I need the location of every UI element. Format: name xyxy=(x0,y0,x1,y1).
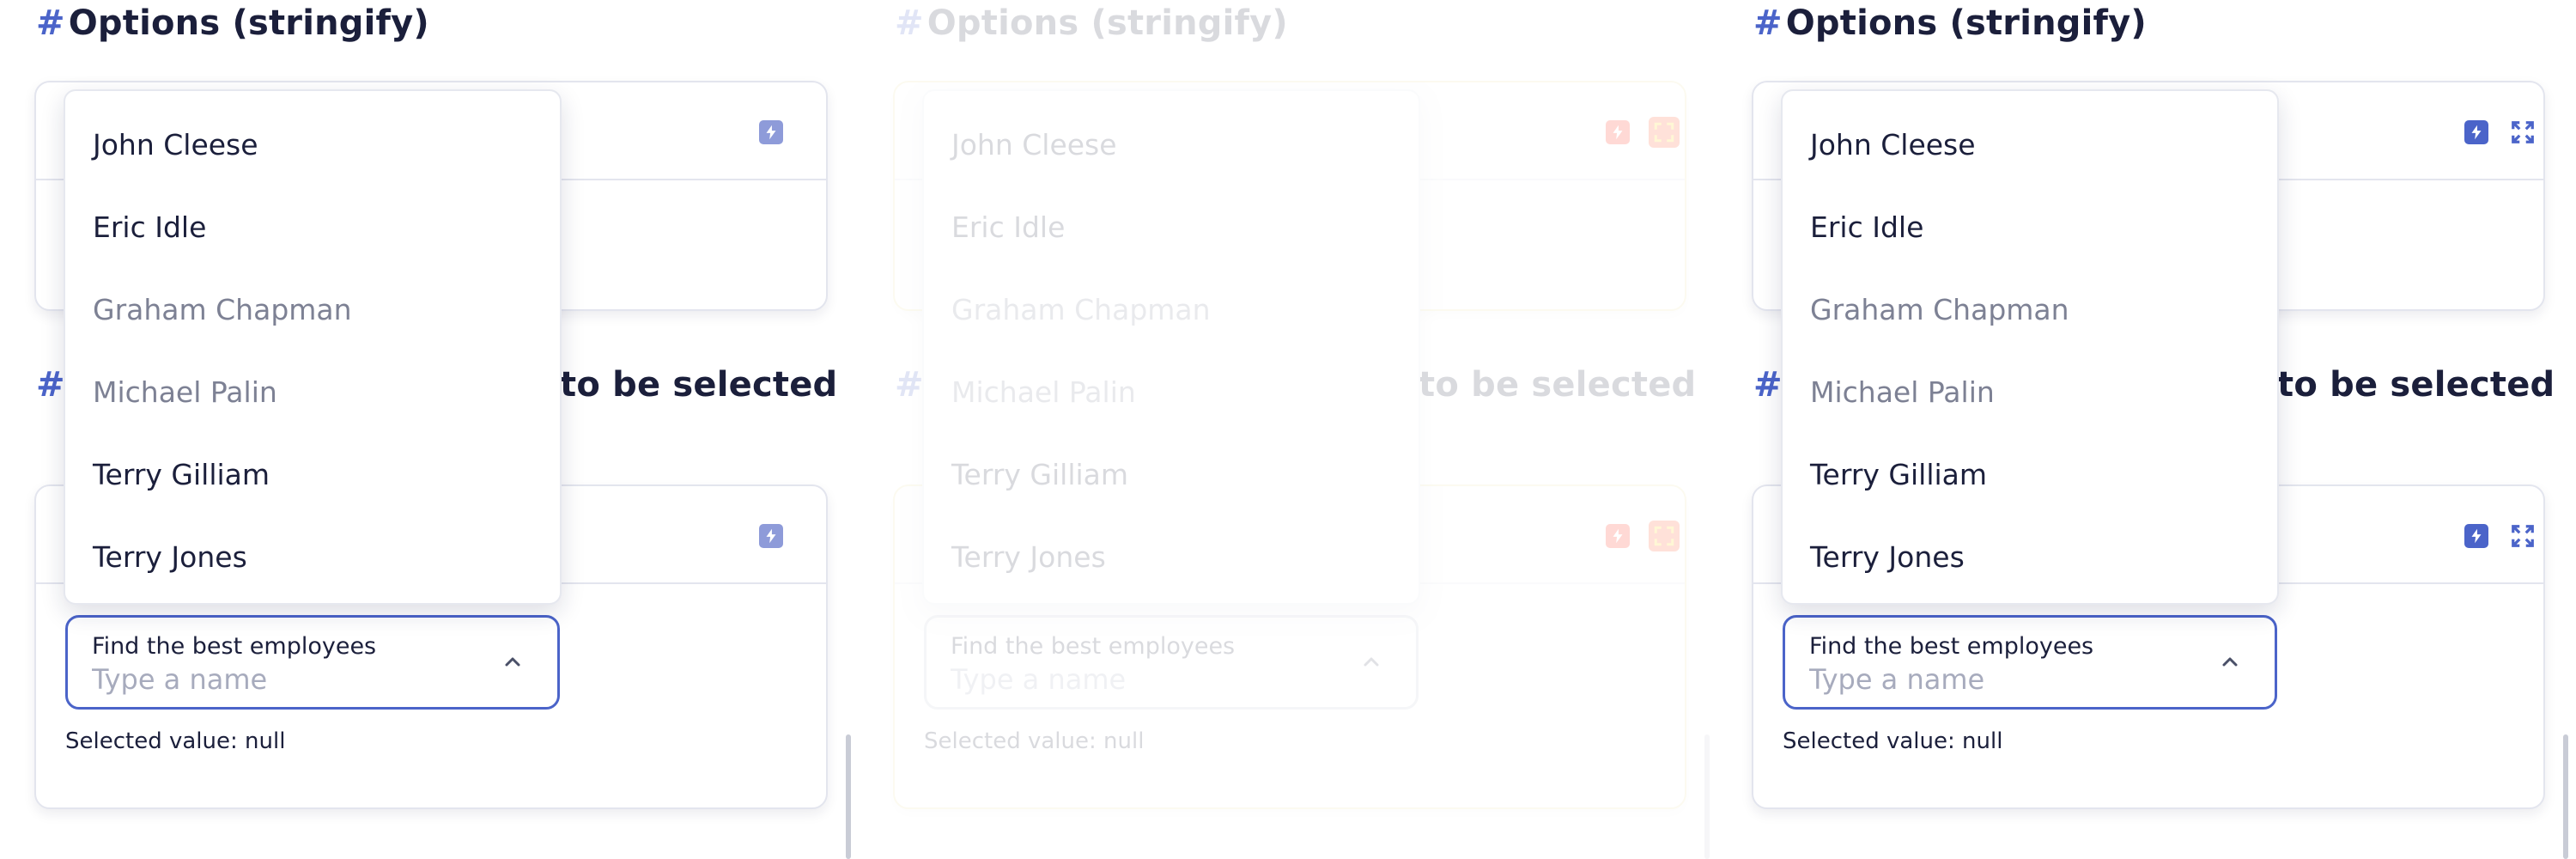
selected-value-text: Selected value: null xyxy=(924,728,1145,754)
list-option[interactable]: Eric Idle xyxy=(65,186,560,268)
chevron-up-icon[interactable] xyxy=(1361,652,1382,673)
scrollbar-thumb[interactable] xyxy=(846,734,851,859)
expand-icon[interactable] xyxy=(1649,117,1680,148)
list-option-disabled: Michael Palin xyxy=(93,375,277,409)
options-listbox: John Cleese Eric Idle Graham Chapman Mic… xyxy=(922,89,1420,605)
name-input[interactable] xyxy=(92,662,495,697)
expand-icon[interactable] xyxy=(1649,521,1680,551)
list-option-disabled: Michael Palin xyxy=(1810,375,1995,409)
heading-text: Options (stringify) xyxy=(68,3,429,43)
name-input[interactable] xyxy=(1809,662,2213,697)
list-option[interactable]: Terry Gilliam xyxy=(1783,433,2277,515)
field-label: Find the best employees xyxy=(92,633,377,660)
panel-left: # Options (stringify) # to be selected Fi… xyxy=(0,0,859,859)
section-heading-options: # Options (stringify) xyxy=(1753,3,2147,43)
expand-icon[interactable] xyxy=(2507,521,2538,551)
selected-value-text: Selected value: null xyxy=(1783,728,2003,754)
section-heading-options: # Options (stringify) xyxy=(895,3,1288,43)
options-listbox: John Cleese Eric Idle Graham Chapman Mic… xyxy=(64,89,562,605)
heading-text: Options (stringify) xyxy=(927,3,1288,43)
list-option[interactable]: Terry Gilliam xyxy=(924,433,1419,515)
chevron-up-icon[interactable] xyxy=(502,652,523,673)
list-option-disabled: Michael Palin xyxy=(951,375,1136,409)
list-option[interactable]: Eric Idle xyxy=(924,186,1419,268)
heading-text-tail: to be selected xyxy=(1419,365,1697,405)
panel-middle: # Options (stringify) # to be selected Fi… xyxy=(859,0,1717,859)
panel-right: # Options (stringify) # to be selected Fi… xyxy=(1717,0,2576,859)
hash-anchor-link[interactable]: # xyxy=(36,365,65,405)
bolt-icon[interactable] xyxy=(759,524,783,548)
list-option[interactable]: Eric Idle xyxy=(1783,186,2277,268)
bolt-icon[interactable] xyxy=(1606,524,1630,548)
heading-text: Options (stringify) xyxy=(1785,3,2147,43)
expand-icon[interactable] xyxy=(2507,117,2538,148)
list-option[interactable]: Terry Jones xyxy=(1783,515,2277,598)
heading-text-tail: to be selected xyxy=(2277,365,2555,405)
list-option[interactable]: Terry Gilliam xyxy=(65,433,560,515)
bolt-icon[interactable] xyxy=(759,120,783,144)
selected-value-text: Selected value: null xyxy=(65,728,286,754)
list-option-disabled: Graham Chapman xyxy=(1810,292,2069,326)
bolt-icon[interactable] xyxy=(1606,120,1630,144)
name-input[interactable] xyxy=(951,662,1354,697)
hash-anchor-link[interactable]: # xyxy=(895,3,924,43)
scrollbar-thumb[interactable] xyxy=(1704,734,1710,859)
list-option-disabled: Graham Chapman xyxy=(951,292,1211,326)
autocomplete-field[interactable]: Find the best employees xyxy=(924,615,1419,710)
bolt-icon[interactable] xyxy=(2464,120,2488,144)
list-option[interactable]: Terry Jones xyxy=(924,515,1419,598)
chevron-up-icon[interactable] xyxy=(2220,652,2240,673)
list-option[interactable]: John Cleese xyxy=(65,103,560,186)
heading-text-tail: to be selected xyxy=(560,365,838,405)
section-heading-options: # Options (stringify) xyxy=(36,3,429,43)
autocomplete-field[interactable]: Find the best employees xyxy=(65,615,560,710)
field-label: Find the best employees xyxy=(951,633,1236,660)
list-option[interactable]: John Cleese xyxy=(1783,103,2277,186)
scrollbar-thumb[interactable] xyxy=(2563,734,2568,859)
hash-anchor-link[interactable]: # xyxy=(1753,365,1783,405)
hash-anchor-link[interactable]: # xyxy=(895,365,924,405)
options-listbox: John Cleese Eric Idle Graham Chapman Mic… xyxy=(1781,89,2279,605)
hash-anchor-link[interactable]: # xyxy=(36,3,65,43)
autocomplete-field[interactable]: Find the best employees xyxy=(1783,615,2277,710)
list-option[interactable]: Terry Jones xyxy=(65,515,560,598)
field-label: Find the best employees xyxy=(1809,633,2094,660)
list-option[interactable]: John Cleese xyxy=(924,103,1419,186)
hash-anchor-link[interactable]: # xyxy=(1753,3,1783,43)
bolt-icon[interactable] xyxy=(2464,524,2488,548)
list-option-disabled: Graham Chapman xyxy=(93,292,352,326)
